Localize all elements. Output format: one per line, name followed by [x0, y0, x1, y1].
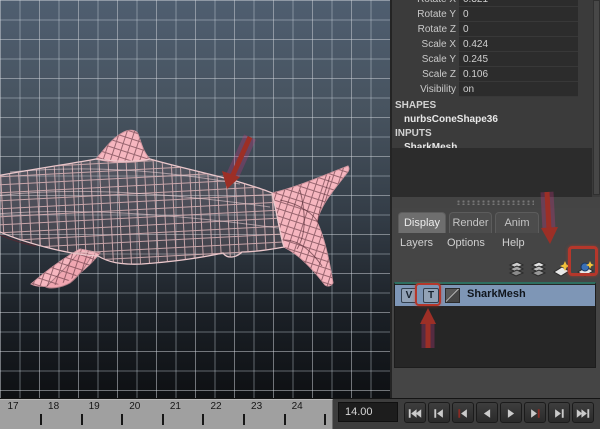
channel-attribute-label: Scale X [421, 39, 456, 50]
current-time-field[interactable]: 14.00 [338, 402, 398, 422]
channel-box-panel: Rotate X0.321Rotate Y0Rotate Z0Scale X0.… [390, 0, 600, 398]
channel-row: Scale Y 0.245 [392, 52, 600, 67]
channel-row: Scale X 0.424 [392, 37, 600, 52]
layer-stack-icon[interactable] [507, 259, 526, 278]
tab-render[interactable]: Render [449, 212, 492, 233]
channel-attribute-value-field[interactable]: 0.321 [459, 0, 578, 7]
frame-tick [161, 414, 164, 425]
frame-number: 24 [291, 401, 303, 412]
frame-tick [80, 414, 83, 425]
channel-row: Visibility on [392, 82, 600, 97]
panel-splitter[interactable] [392, 197, 600, 208]
frame-number: 23 [251, 401, 263, 412]
channel-attribute-value-field[interactable]: 0 [459, 7, 578, 22]
timeline-bar: 17 18 19 20 21 22 23 24 14.00 [0, 398, 600, 429]
menu-layers[interactable]: Layers [400, 233, 433, 253]
go-to-start-button[interactable] [404, 402, 426, 423]
frame-number: 21 [169, 401, 181, 412]
frame-number: 17 [7, 401, 19, 412]
menu-options[interactable]: Options [447, 233, 485, 253]
shark-wireframe-mesh [0, 129, 350, 289]
time-slider-ruler[interactable]: 17 18 19 20 21 22 23 24 [0, 399, 333, 429]
step-forward-key-button[interactable] [524, 402, 546, 423]
channel-row: Rotate Z0 [392, 22, 600, 37]
frame-number: 18 [48, 401, 60, 412]
tab-anim[interactable]: Anim [495, 212, 539, 233]
viewport-panel[interactable] [0, 0, 390, 398]
play-backwards-button[interactable] [476, 402, 498, 423]
menu-help[interactable]: Help [502, 233, 525, 253]
layer-color-swatch[interactable] [445, 288, 460, 303]
channel-node-name[interactable]: nurbsConeShape36 [392, 113, 600, 127]
annotation-box-t-toggle [415, 283, 441, 306]
channel-attribute-label: Rotate Z [417, 24, 456, 35]
channel-attribute-value-field[interactable]: on [459, 82, 578, 97]
layer-name-label: SharkMesh [467, 288, 526, 300]
frame-number: 22 [210, 401, 222, 412]
channel-attribute-label: Visibility [420, 84, 456, 95]
channel-attribute-label: Rotate X [392, 0, 456, 7]
tab-display[interactable]: Display [398, 212, 446, 233]
frame-tick [121, 414, 124, 425]
channel-attribute-rows: Rotate X0.321Rotate Y0Rotate Z0Scale X0.… [392, 0, 600, 97]
step-back-frame-button[interactable] [428, 402, 450, 423]
frame-number: 20 [129, 401, 141, 412]
channel-attribute-label: Scale Z [422, 69, 456, 80]
play-forwards-button[interactable] [500, 402, 522, 423]
channel-box-scrollbar[interactable] [593, 0, 600, 195]
channel-box-empty-area [392, 148, 592, 197]
channel-section-header: INPUTS [395, 128, 432, 139]
frame-tick [40, 414, 42, 425]
frame-tick [202, 414, 205, 425]
channel-attribute-label: Rotate Y [417, 9, 456, 20]
channel-attribute-value-field[interactable]: 0.424 [459, 37, 578, 52]
channel-shape-sections: SHAPESnurbsConeShape36INPUTSSharkMesh [392, 99, 600, 155]
maya-window: Rotate X0.321Rotate Y0Rotate Z0Scale X0.… [0, 0, 600, 429]
splitter-grip-icon [456, 200, 534, 205]
channel-row: Scale Z 0.106 [392, 67, 600, 82]
frame-tick [324, 414, 327, 425]
step-forward-frame-button[interactable] [548, 402, 570, 423]
channel-attribute-value-field[interactable]: 0 [459, 22, 578, 37]
channel-row: Rotate X0.321 [392, 0, 600, 7]
annotation-box-create-layer-icon [568, 246, 598, 276]
go-to-end-button[interactable] [572, 402, 594, 423]
frame-tick [243, 414, 245, 425]
step-back-key-button[interactable] [452, 402, 474, 423]
frame-number: 19 [88, 401, 100, 412]
layer-stack-2-icon[interactable] [529, 259, 548, 278]
channel-row: Rotate Y0 [392, 7, 600, 22]
frame-tick [283, 414, 286, 425]
channel-attribute-label: Scale Y [421, 54, 456, 65]
channel-attribute-value-field[interactable]: 0.106 [459, 67, 578, 82]
channel-attribute-value-field[interactable]: 0.245 [459, 52, 578, 67]
channel-section-header: SHAPES [395, 100, 437, 111]
